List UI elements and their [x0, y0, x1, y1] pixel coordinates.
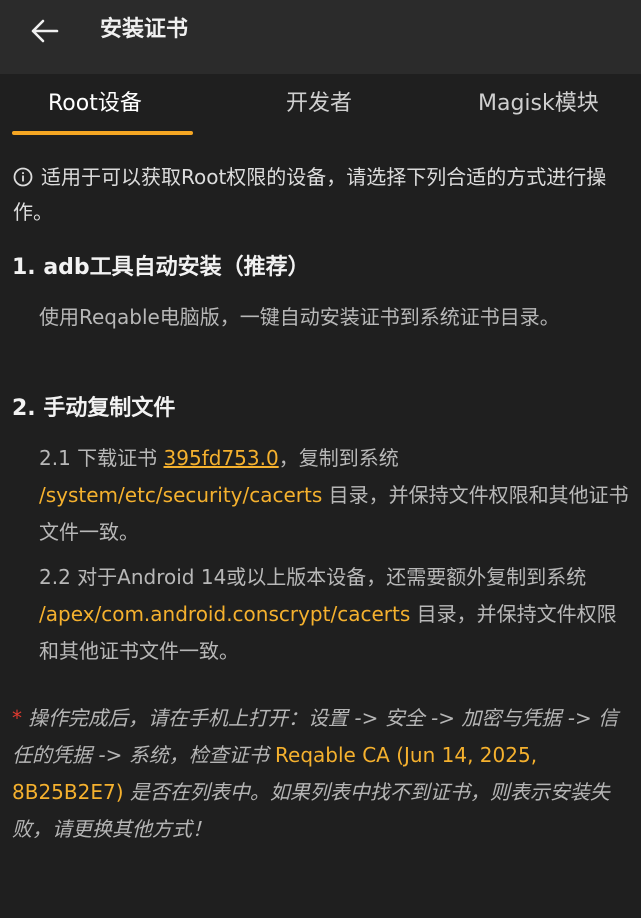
app-bar: 安装证书	[0, 0, 641, 74]
step-2-1: 2.1 下载证书 395fd753.0，复制到系统 /system/etc/se…	[39, 440, 631, 551]
completion-note: * 操作完成后，请在手机上打开：设置 -> 安全 -> 加密与凭据 -> 信任的凭…	[12, 700, 632, 848]
back-button[interactable]	[22, 11, 68, 51]
step-2-1-middle: ，复制到系统	[278, 446, 399, 470]
tab-root-device[interactable]: Root设备	[48, 88, 142, 128]
section2-title: 2. 手动复制文件	[12, 396, 176, 421]
apex-cacerts-path: /apex/com.android.conscrypt/cacerts	[39, 602, 411, 626]
section1-title: 1. adb工具自动安装（推荐）	[12, 255, 310, 280]
required-star: *	[12, 706, 22, 730]
tab-developer[interactable]: 开发者	[286, 88, 352, 128]
step-2-2-prefix: 2.2 对于Android 14或以上版本设备，还需要额外复制到系统	[39, 565, 587, 589]
step-2-2: 2.2 对于Android 14或以上版本设备，还需要额外复制到系统 /apex…	[39, 559, 631, 670]
section1-description: 使用Reqable电脑版，一键自动安装证书到系统证书目录。	[39, 305, 560, 329]
system-cacerts-path: /system/etc/security/cacerts	[39, 483, 323, 507]
info-text-row: 适用于可以获取Root权限的设备，请选择下列合适的方式进行操作。	[13, 160, 633, 230]
active-tab-indicator	[12, 131, 193, 135]
page-title: 安装证书	[100, 17, 189, 42]
info-text: 适用于可以获取Root权限的设备，请选择下列合适的方式进行操作。	[13, 165, 607, 224]
info-icon	[13, 167, 33, 187]
step-2-1-prefix: 2.1 下载证书	[39, 446, 164, 470]
tab-bar: Root设备 开发者 Magisk模块	[0, 74, 641, 140]
tab-magisk-module[interactable]: Magisk模块	[478, 88, 599, 128]
arrow-left-icon	[31, 19, 59, 43]
cert-download-link[interactable]: 395fd753.0	[164, 446, 279, 470]
